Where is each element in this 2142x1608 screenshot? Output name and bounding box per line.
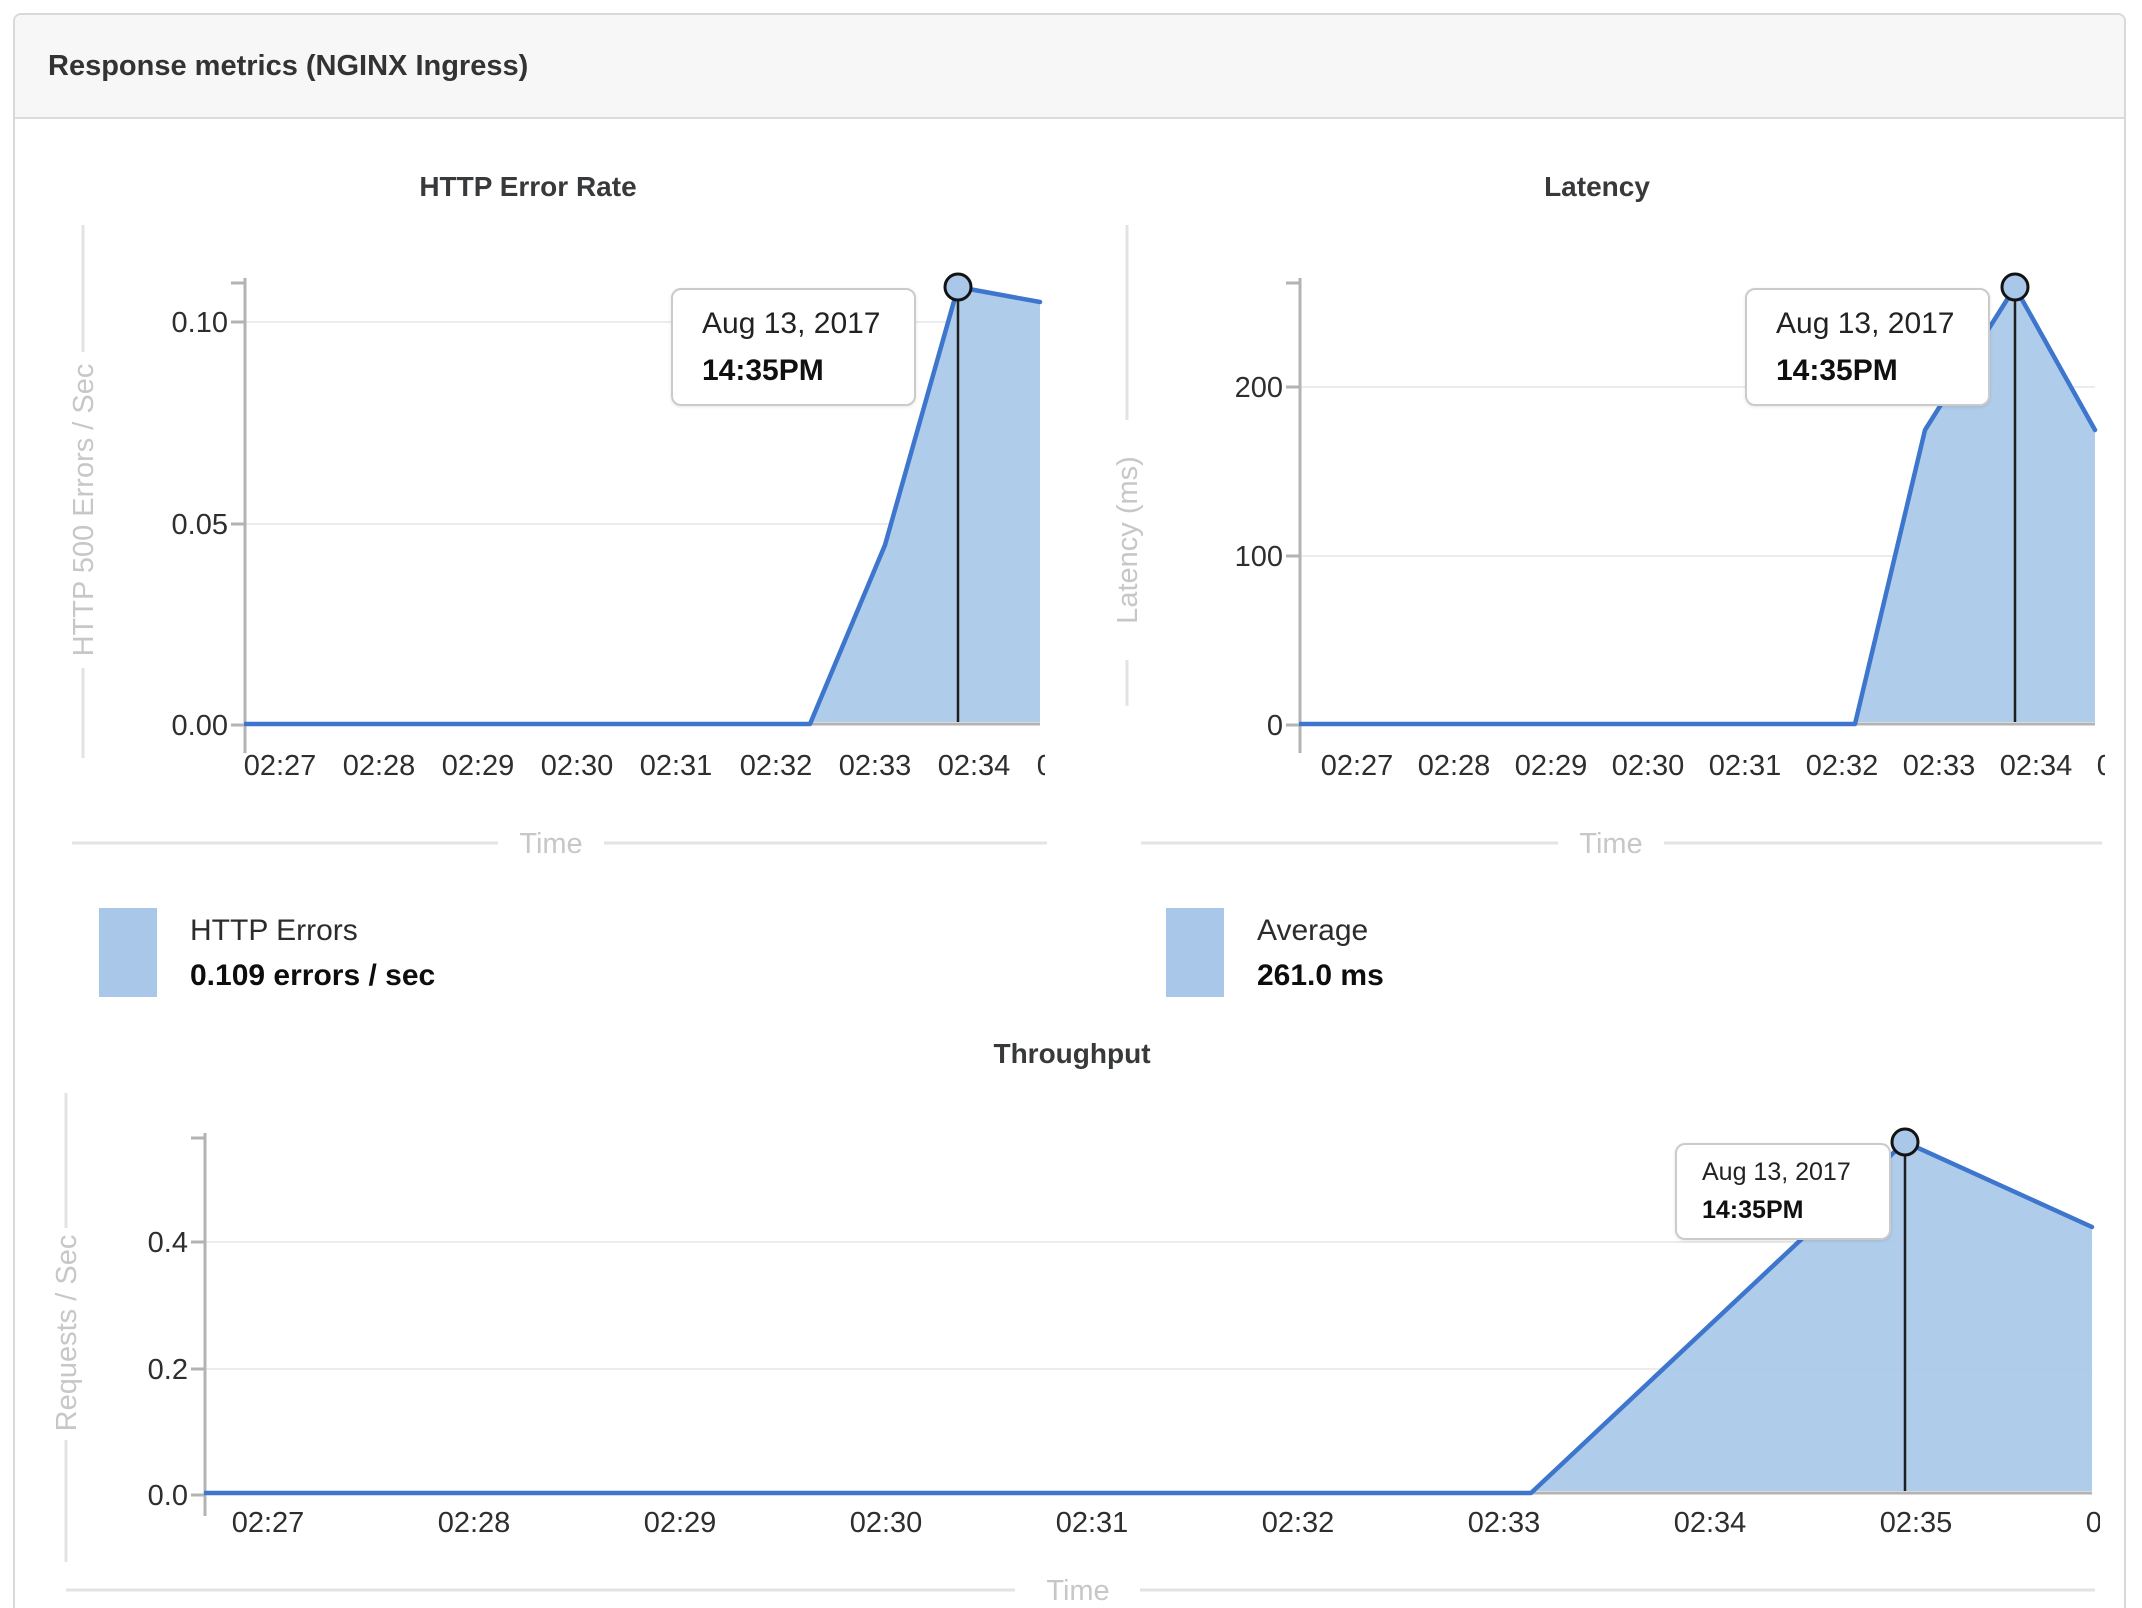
legend-value: 0.109 errors / sec: [190, 959, 436, 992]
legend-text: HTTP Errors 0.109 errors / sec: [190, 908, 435, 998]
x-tick-label: 02:29: [644, 1507, 717, 1539]
data-point-marker[interactable]: [943, 272, 973, 302]
x-tick-label: 02:34: [938, 750, 1011, 782]
y-tick-label: 0.05: [172, 509, 228, 541]
throughput-y-axis-title: Requests / Sec: [51, 1235, 83, 1432]
y-tick-label: 200: [1235, 372, 1283, 404]
legend-swatch: [99, 908, 157, 997]
legend-value: 261.0 ms: [1257, 959, 1384, 992]
x-tick-label: 02:30: [850, 1507, 923, 1539]
tooltip-time: 14:35PM: [1776, 354, 1898, 387]
data-point-marker[interactable]: [2000, 272, 2030, 302]
response-metrics-page: Response metrics (NGINX Ingress) HTTP Er…: [0, 0, 2142, 1608]
x-tick-label: 02:28: [1418, 750, 1491, 782]
legend-text: Average 261.0 ms: [1257, 908, 1384, 998]
x-tick-label: 02:27: [232, 1507, 305, 1539]
throughput-tooltip: Aug 13, 2017 14:35PM: [1675, 1143, 1891, 1240]
x-tick-label: 02:35: [1037, 750, 1110, 782]
y-tick-label: 0.0: [148, 1480, 188, 1512]
error-rate-chart-title: HTTP Error Rate: [419, 171, 636, 202]
x-tick-label: 02:35: [2097, 750, 2142, 782]
latency-x-axis-title: Time: [1579, 828, 1642, 860]
latency-chart-title: Latency: [1544, 171, 1650, 202]
x-tick-label: 02:35: [1880, 1507, 1953, 1539]
y-tick-label: 0.2: [148, 1354, 188, 1386]
data-point-marker[interactable]: [1890, 1127, 1920, 1157]
x-tick-label: 02:32: [740, 750, 813, 782]
charts-canvas: HTTP Error Rate HTTP 500 Errors / Sec 0.…: [51, 171, 2142, 1607]
y-tick-label: 0.00: [172, 710, 228, 742]
x-tick-label: 02:29: [442, 750, 515, 782]
x-tick-label: 02:30: [1612, 750, 1685, 782]
x-tick-label: 02:27: [244, 750, 317, 782]
legend-label: HTTP Errors: [190, 914, 358, 947]
latency-y-axis-title: Latency (ms): [1112, 456, 1144, 624]
y-tick-label: 0.10: [172, 307, 228, 339]
y-tick-label: 0: [1267, 710, 1283, 742]
x-tick-label: 02:28: [438, 1507, 511, 1539]
error-rate-y-axis-title: HTTP 500 Errors / Sec: [68, 364, 100, 657]
latency-series[interactable]: 02:27 02:28 02:29 02:30 02:31 02:32 02:3…: [1299, 272, 2142, 782]
legend-swatch: [1166, 908, 1224, 997]
x-tick-label: 02:32: [1262, 1507, 1335, 1539]
tooltip-date: Aug 13, 2017: [1776, 307, 1955, 340]
y-tick-label: 0.4: [148, 1227, 188, 1259]
x-tick-label: 02:28: [343, 750, 416, 782]
legend-http-errors: HTTP Errors 0.109 errors / sec: [99, 908, 435, 998]
y-tick-label: 100: [1235, 541, 1283, 573]
throughput-x-axis-title: Time: [1046, 1575, 1109, 1607]
legend-average-latency: Average 261.0 ms: [1166, 908, 1384, 998]
error-rate-area: [245, 287, 1040, 724]
x-tick-label: 02:31: [1056, 1507, 1129, 1539]
x-tick-label: 02:34: [1674, 1507, 1747, 1539]
x-tick-label: 02:31: [640, 750, 713, 782]
latency-tooltip: Aug 13, 2017 14:35PM: [1745, 288, 1990, 406]
tooltip-date: Aug 13, 2017: [702, 307, 881, 340]
x-tick-label: 02:32: [1806, 750, 1879, 782]
latency-chart: Latency Latency (ms) 200 100 0 02:27 02:: [1112, 171, 2142, 860]
error-rate-x-axis-title: Time: [519, 828, 582, 860]
error-rate-tooltip: Aug 13, 2017 14:35PM: [671, 288, 916, 406]
x-tick-label: 02:34: [2000, 750, 2073, 782]
x-tick-label: 02:33: [1468, 1507, 1541, 1539]
tooltip-time: 14:35PM: [1702, 1196, 1804, 1224]
throughput-chart-title: Throughput: [993, 1038, 1150, 1069]
x-tick-label: 02:30: [541, 750, 614, 782]
x-tick-label: 02:27: [1321, 750, 1394, 782]
x-tick-label: 02:29: [1515, 750, 1588, 782]
x-tick-label: 02:36: [2086, 1507, 2142, 1539]
throughput-chart: Throughput Requests / Sec 0.4 0.2 0.0 02…: [51, 1038, 2142, 1607]
x-tick-label: 02:33: [839, 750, 912, 782]
tooltip-time: 14:35PM: [702, 354, 824, 387]
tooltip-date: Aug 13, 2017: [1702, 1158, 1851, 1186]
x-tick-label: 02:33: [1903, 750, 1976, 782]
x-tick-label: 02:31: [1709, 750, 1782, 782]
error-rate-chart: HTTP Error Rate HTTP 500 Errors / Sec 0.…: [68, 171, 1110, 860]
legend-label: Average: [1257, 914, 1369, 947]
